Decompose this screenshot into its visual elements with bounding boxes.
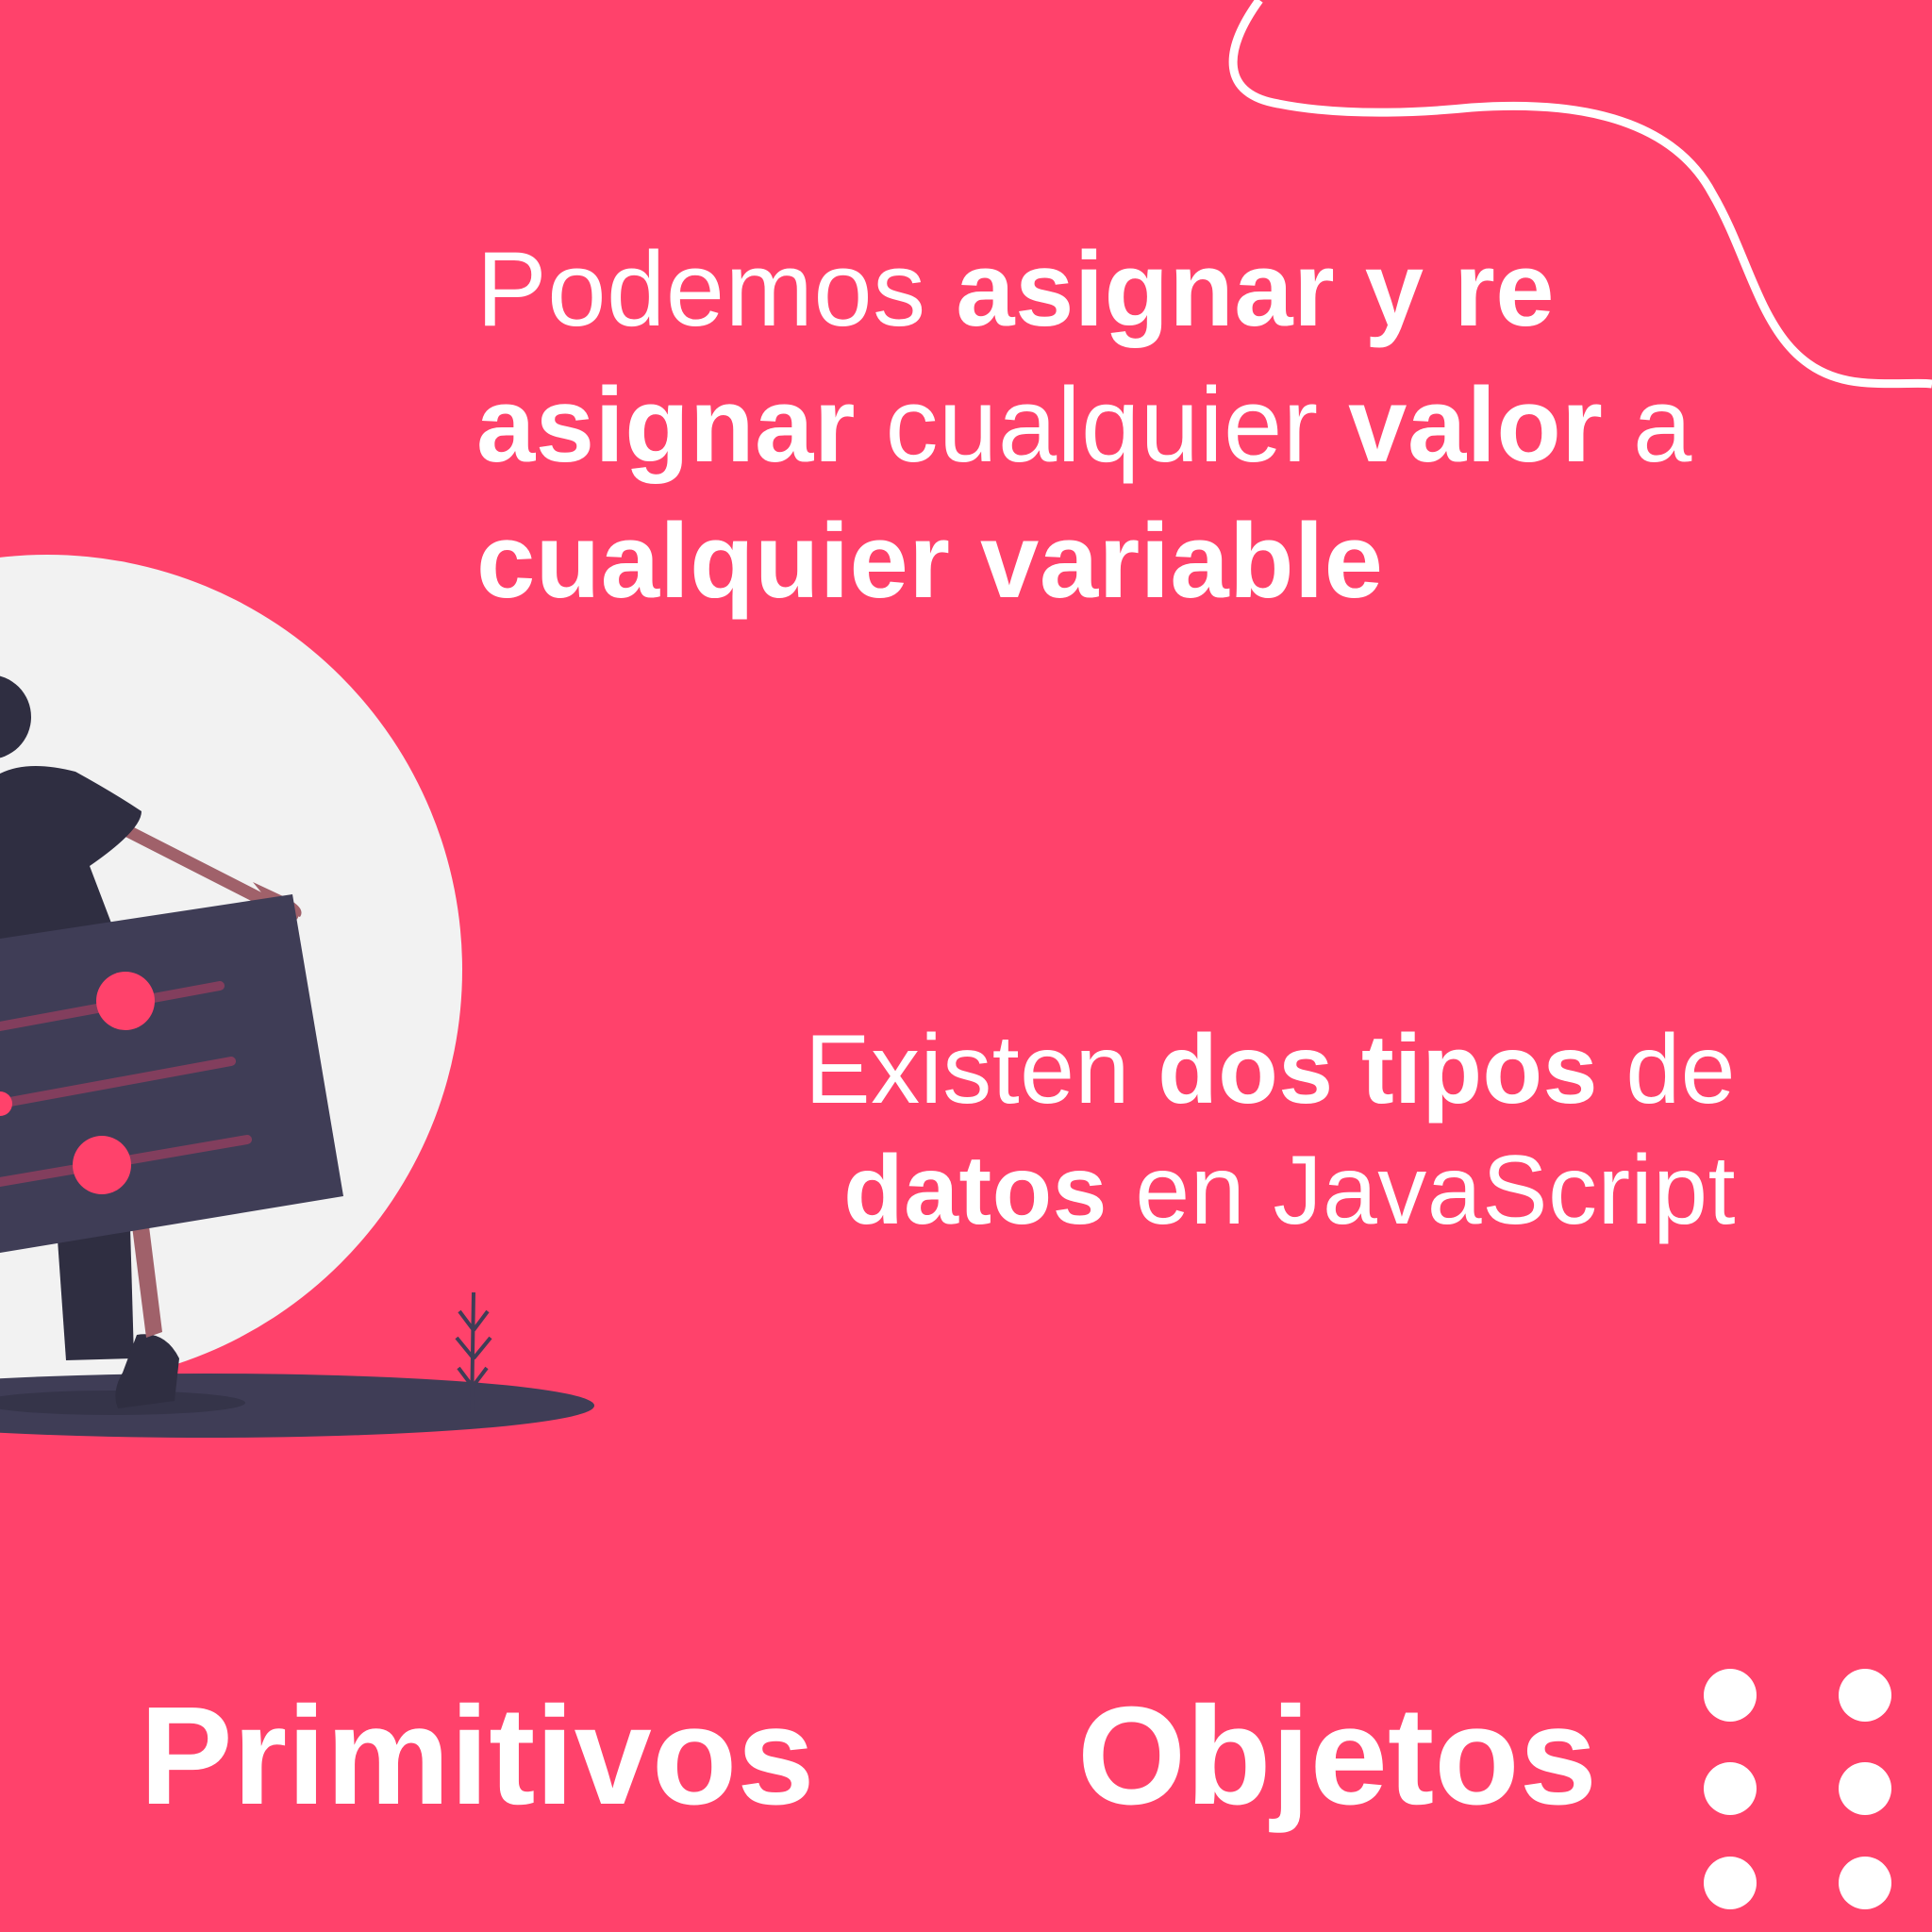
types-text-bold: dos tipos [1158, 1015, 1598, 1124]
slider-knob-1 [96, 972, 155, 1030]
types-text-part: Existen [805, 1015, 1158, 1124]
dot [1704, 1762, 1757, 1815]
dot [1839, 1762, 1891, 1815]
types-text-part: en JavaScript [1108, 1136, 1736, 1245]
dot [1704, 1857, 1757, 1909]
intro-text-part: cualquier [855, 366, 1349, 484]
dot [1704, 1669, 1757, 1722]
primitives-label: Primitivos [140, 1678, 815, 1834]
types-text-part: de [1597, 1015, 1736, 1124]
data-types-text: Existen dos tipos de datos en JavaScript [764, 1009, 1736, 1251]
dot [1839, 1669, 1891, 1722]
intro-text: Podemos asignar y re asignar cualquier v… [476, 222, 1703, 629]
intro-text-bold: valor [1348, 366, 1604, 484]
objects-label: Objetos [1077, 1678, 1597, 1834]
dot-grid-decoration [1704, 1669, 1891, 1909]
dot [1839, 1857, 1891, 1909]
intro-text-part: Podemos [476, 230, 957, 348]
legs [57, 1226, 134, 1360]
intro-text-part: a [1603, 366, 1692, 484]
intro-text-bold: cualquier variable [476, 502, 1384, 620]
slider-knob-3 [73, 1136, 131, 1194]
types-text-bold: datos [843, 1136, 1108, 1245]
person-with-settings-panel-illustration [0, 555, 594, 1438]
